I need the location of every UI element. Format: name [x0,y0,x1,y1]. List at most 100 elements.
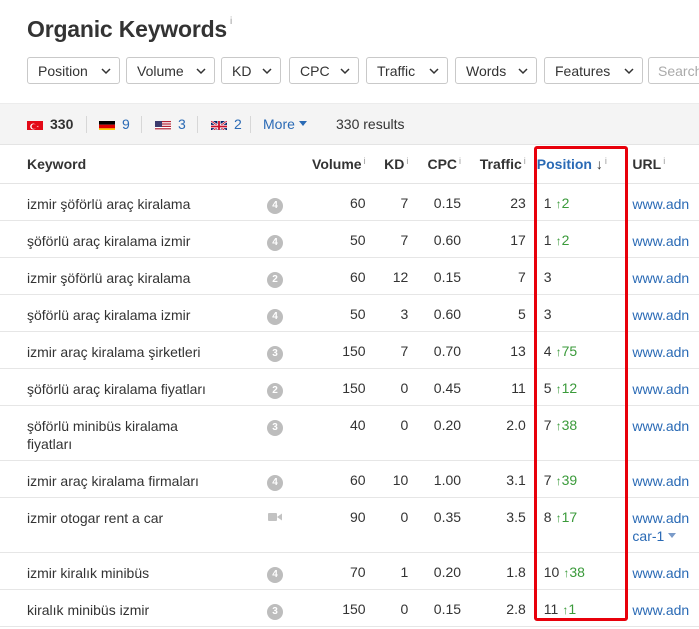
serp-features-badge[interactable]: 4 [267,308,283,325]
position-change: ↑2 [555,231,570,248]
serp-features-badge[interactable]: 4 [267,234,283,251]
url-cell[interactable]: www.adn [617,331,699,369]
video-icon [268,512,282,521]
serp-features-badge[interactable]: 4 [267,197,283,214]
filter-kd-button[interactable]: KD [221,57,281,84]
column-header-volume[interactable]: Volume i [306,145,366,184]
position-cell: 10 ↑38 [525,552,618,590]
keyword-cell: şöförlü araç kiralama izmir [0,294,267,332]
info-icon: i [604,155,607,166]
table-row[interactable]: izmir araç kiralama şirketleri 3 150 7 0.70 1… [0,331,699,369]
position-change: ↑12 [555,379,578,396]
cpc-cell: 1.00 [408,460,462,498]
url-cell[interactable]: www.adn car-1 [617,497,699,553]
table-row[interactable]: şöförlü araç kiralama izmir 4 50 3 0.60 5 3 www… [0,294,699,332]
url-cell[interactable]: www.adn [617,220,699,258]
position-cell: 1 ↑2 [525,183,618,221]
table-row[interactable]: izmir şöförlü araç kiralama 4 60 7 0.15 23 1 ↑2… [0,183,699,221]
serp-features-cell: 4 [267,183,307,221]
keyword-cell: izmir şöförlü araç kiralama [0,183,267,221]
cpc-cell: 0.15 [408,183,462,221]
column-header-kd[interactable]: KD i [365,145,409,184]
kd-cell: 0 [365,589,409,627]
cpc-cell: 0.15 [408,257,462,295]
filter-traffic-button[interactable]: Traffic [366,57,448,84]
traffic-cell: 13 [461,331,526,369]
position-change: ↑75 [555,342,578,359]
serp-features-cell: 2 [267,368,307,406]
cpc-cell: 0.45 [408,368,462,406]
serp-features-badge[interactable]: 4 [267,566,283,583]
table-row[interactable]: izmir kiralık minibüs 4 70 1 0.20 1.8 10 ↑38 www… [0,552,699,590]
caret-down-icon[interactable] [668,533,677,539]
column-header-cpc[interactable]: CPC i [408,145,462,184]
filter-words-button[interactable]: Words [455,57,537,84]
table-row[interactable]: şöförlü araç kiralama izmir 4 50 7 0.60 17 1 ↑2… [0,220,699,258]
url-cell[interactable]: www.adn [617,552,699,590]
filter-features-button[interactable]: Features [544,57,643,84]
url-cell[interactable]: www.adn [617,368,699,406]
traffic-cell: 3.5 [461,497,526,553]
search-input[interactable]: Search [648,57,699,84]
keyword-cell: izmir araç kiralama şirketleri [0,331,267,369]
serp-features-badge[interactable]: 3 [267,603,283,620]
turkey-flag-icon [27,119,43,130]
position-cell: 3 [525,257,618,295]
url-cell[interactable]: www.adn [617,405,699,461]
serp-features-badge[interactable]: 3 [267,345,283,362]
serp-features-cell: 3 [267,331,307,369]
volume-cell: 40 [306,405,366,461]
cpc-cell: 0.60 [408,220,462,258]
volume-cell: 50 [306,220,366,258]
chevron-down-icon [624,68,634,75]
position-change: ↑38 [563,563,585,580]
chevron-down-icon [429,68,439,75]
volume-cell: 150 [306,331,366,369]
position-change: ↑17 [555,508,578,525]
table-row[interactable]: izmir araç kiralama firmaları 4 60 10 1.00 3.… [0,460,699,498]
serp-features-badge[interactable]: 2 [267,382,283,399]
country-us[interactable]: 3 [155,104,186,144]
volume-cell: 60 [306,183,366,221]
kd-cell: 7 [365,183,409,221]
keyword-cell: şöförlü minibüs kiralama fiyatları [0,405,267,461]
table-row[interactable]: şöförlü araç kiralama fiyatları 2 150 0 0.45… [0,368,699,406]
info-icon[interactable]: i [230,16,232,27]
country-tr[interactable]: 330 [27,104,73,144]
column-header-keyword[interactable]: Keyword [0,145,267,184]
chevron-down-icon [262,68,272,75]
url-cell[interactable]: www.adn [617,257,699,295]
table-row[interactable]: kiralık minibüs izmir 3 150 0 0.15 2.8 11 ↑1 www… [0,589,699,627]
country-de[interactable]: 9 [99,104,130,144]
column-header-position[interactable]: Position ↓ i [525,145,618,184]
kd-cell: 10 [365,460,409,498]
position-change: ↑38 [555,416,578,433]
table-row[interactable]: izmir otogar rent a car 90 0 0.35 3.5 8 ↑17 www… [0,497,699,553]
country-bar: 330 9 3 2 More 330 results [0,103,699,145]
table-row[interactable]: şöförlü minibüs kiralama fiyatları 3 40 0 0.… [0,405,699,461]
keywords-table: Keyword Volume i KD i CPC i Traffic i Positi… [0,145,699,627]
serp-features-badge[interactable]: 4 [267,474,283,491]
filter-volume-button[interactable]: Volume [126,57,215,84]
column-header-traffic[interactable]: Traffic i [461,145,526,184]
country-gb[interactable]: 2 [211,104,242,144]
serp-features-cell: 3 [267,405,307,461]
info-icon: i [523,155,526,166]
position-change: ↑2 [555,194,570,211]
table-row[interactable]: izmir şöförlü araç kiralama 2 60 12 0.15 7 3 ww… [0,257,699,295]
column-header-url[interactable]: URL i [617,145,699,184]
more-countries-button[interactable]: More [263,104,307,144]
chevron-down-icon [101,68,111,75]
results-count: 330 results [336,116,405,132]
position-cell: 4 ↑75 [525,331,618,369]
cpc-cell: 0.20 [408,552,462,590]
position-change: ↑39 [555,471,578,488]
serp-features-badge[interactable]: 3 [267,419,283,436]
url-cell[interactable]: www.adn [617,589,699,627]
url-cell[interactable]: www.adn [617,460,699,498]
serp-features-badge[interactable]: 2 [267,271,283,288]
url-cell[interactable]: www.adn [617,183,699,221]
url-cell[interactable]: www.adn [617,294,699,332]
filter-position-button[interactable]: Position [27,57,120,84]
filter-cpc-button[interactable]: CPC [289,57,359,84]
